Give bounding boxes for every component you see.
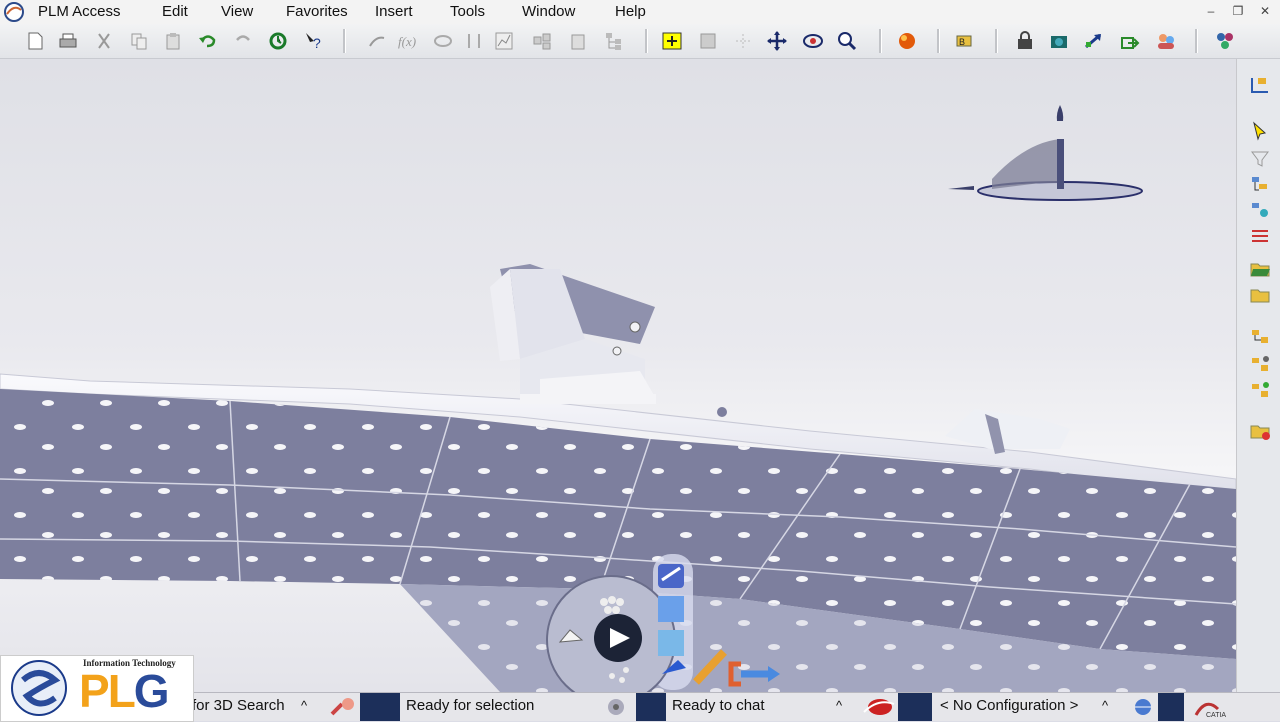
- toolbar-separator: [1195, 29, 1198, 53]
- configuration-status-text[interactable]: < No Configuration >: [940, 697, 1078, 714]
- redo-icon[interactable]: [232, 30, 254, 52]
- menu-bar: PLM Access Edit View Favorites Insert To…: [0, 0, 1280, 25]
- open-folder-icon[interactable]: [1249, 259, 1271, 279]
- close-icon[interactable]: ✕: [1257, 4, 1273, 18]
- network-icon[interactable]: [1214, 30, 1236, 52]
- 3d-viewport[interactable]: [0, 59, 1236, 692]
- chat-caret-icon[interactable]: ^: [836, 698, 842, 713]
- catia-logo-icon[interactable]: [3, 2, 25, 22]
- menu-help[interactable]: Help: [615, 3, 646, 20]
- lock-icon[interactable]: [1014, 30, 1036, 52]
- svg-text:B: B: [959, 37, 965, 47]
- right-toolbar: [1236, 59, 1280, 692]
- chat-tool-icon[interactable]: [598, 696, 634, 718]
- robot-widget[interactable]: [546, 554, 796, 692]
- new-icon[interactable]: [24, 30, 46, 52]
- copy-icon[interactable]: [128, 30, 150, 52]
- measure-icon[interactable]: [463, 30, 485, 52]
- menu-window[interactable]: Window: [522, 3, 575, 20]
- print-icon[interactable]: [57, 30, 79, 52]
- tree-expand-icon[interactable]: [1249, 75, 1271, 95]
- paste-icon[interactable]: [162, 30, 184, 52]
- graph-icon[interactable]: [493, 30, 515, 52]
- undo-icon[interactable]: [197, 30, 219, 52]
- selection-status-text: Ready for selection: [406, 697, 535, 714]
- toolbar-separator: [937, 29, 940, 53]
- zoom-icon[interactable]: [836, 30, 858, 52]
- config-caret-icon[interactable]: ^: [1102, 698, 1108, 713]
- mounting-bracket[interactable]: [490, 264, 655, 399]
- status-separator: [636, 693, 666, 721]
- function-icon[interactable]: f(x): [396, 30, 418, 52]
- menu-favorites[interactable]: Favorites: [286, 3, 348, 20]
- plg-letter-p: P: [79, 665, 110, 717]
- minimize-icon[interactable]: –: [1203, 4, 1219, 18]
- menu-plm-access[interactable]: PLM Access: [38, 3, 121, 20]
- normal-view-icon[interactable]: [697, 30, 719, 52]
- formula-icon[interactable]: [366, 30, 388, 52]
- svg-text:CATIA: CATIA: [1206, 712, 1226, 719]
- tree-icon[interactable]: [603, 30, 625, 52]
- component-new-icon[interactable]: [1249, 381, 1271, 401]
- toolbar-separator: [645, 29, 648, 53]
- collab-icon[interactable]: [1155, 30, 1177, 52]
- render-sphere-icon[interactable]: [896, 30, 918, 52]
- standard-toolbar: ? f(x) B: [0, 24, 1280, 59]
- export-icon[interactable]: [1119, 30, 1141, 52]
- folder-sync-icon[interactable]: [1249, 421, 1271, 441]
- component-add-icon[interactable]: [1249, 355, 1271, 375]
- toolbar-separator: [995, 29, 998, 53]
- plg-letter-l: L: [107, 665, 136, 717]
- component-icon[interactable]: [1249, 327, 1271, 347]
- arrow-link-icon[interactable]: [1083, 30, 1105, 52]
- plg-ring-logo-icon: [11, 660, 67, 716]
- status-separator: [1158, 693, 1184, 721]
- grid-icon[interactable]: [732, 30, 754, 52]
- toolbar-separator: [879, 29, 882, 53]
- catalog-icon[interactable]: [531, 30, 553, 52]
- chat-status-text: Ready to chat: [672, 697, 765, 714]
- filter-icon[interactable]: [1249, 149, 1271, 169]
- menu-tools[interactable]: Tools: [450, 3, 485, 20]
- svg-text:?: ?: [313, 35, 321, 51]
- cut-icon[interactable]: [93, 30, 115, 52]
- search-caret-icon[interactable]: ^: [301, 698, 307, 713]
- status-separator: [360, 693, 400, 721]
- plg-logo: Information Technology PLG: [0, 655, 194, 722]
- menu-view[interactable]: View: [221, 3, 253, 20]
- update-icon[interactable]: [267, 30, 289, 52]
- camera-icon[interactable]: [1048, 30, 1070, 52]
- assembly-icon[interactable]: [1249, 226, 1271, 246]
- menu-insert[interactable]: Insert: [375, 3, 413, 20]
- fit-all-icon[interactable]: [661, 30, 683, 52]
- svg-text:f(x): f(x): [398, 34, 416, 49]
- search-tool-icon[interactable]: [328, 696, 364, 718]
- search-status-text[interactable]: for 3D Search: [192, 697, 285, 714]
- rotate-icon[interactable]: [802, 30, 824, 52]
- globe-icon[interactable]: [1128, 696, 1158, 718]
- enovia-icon[interactable]: [858, 696, 898, 718]
- menu-edit[interactable]: Edit: [162, 3, 188, 20]
- whats-this-icon[interactable]: ?: [302, 30, 324, 52]
- catia-brand-icon: CATIA: [1194, 702, 1226, 719]
- toolbar-separator: [343, 29, 346, 53]
- pan-icon[interactable]: [766, 30, 788, 52]
- clipboard-icon[interactable]: [567, 30, 589, 52]
- restore-icon[interactable]: ❐: [1230, 4, 1246, 18]
- product-settings-icon[interactable]: [1249, 201, 1271, 221]
- knowledge-icon[interactable]: B: [953, 30, 975, 52]
- compass-icon[interactable]: [940, 99, 1150, 209]
- product-tree-icon[interactable]: [1249, 175, 1271, 195]
- folder-icon[interactable]: [1249, 285, 1271, 305]
- reaction-icon[interactable]: [432, 30, 454, 52]
- select-arrow-icon[interactable]: [1249, 121, 1271, 141]
- plg-letter-g: G: [133, 665, 170, 717]
- plg-wordmark: PLG: [79, 664, 170, 718]
- status-separator: [898, 693, 932, 721]
